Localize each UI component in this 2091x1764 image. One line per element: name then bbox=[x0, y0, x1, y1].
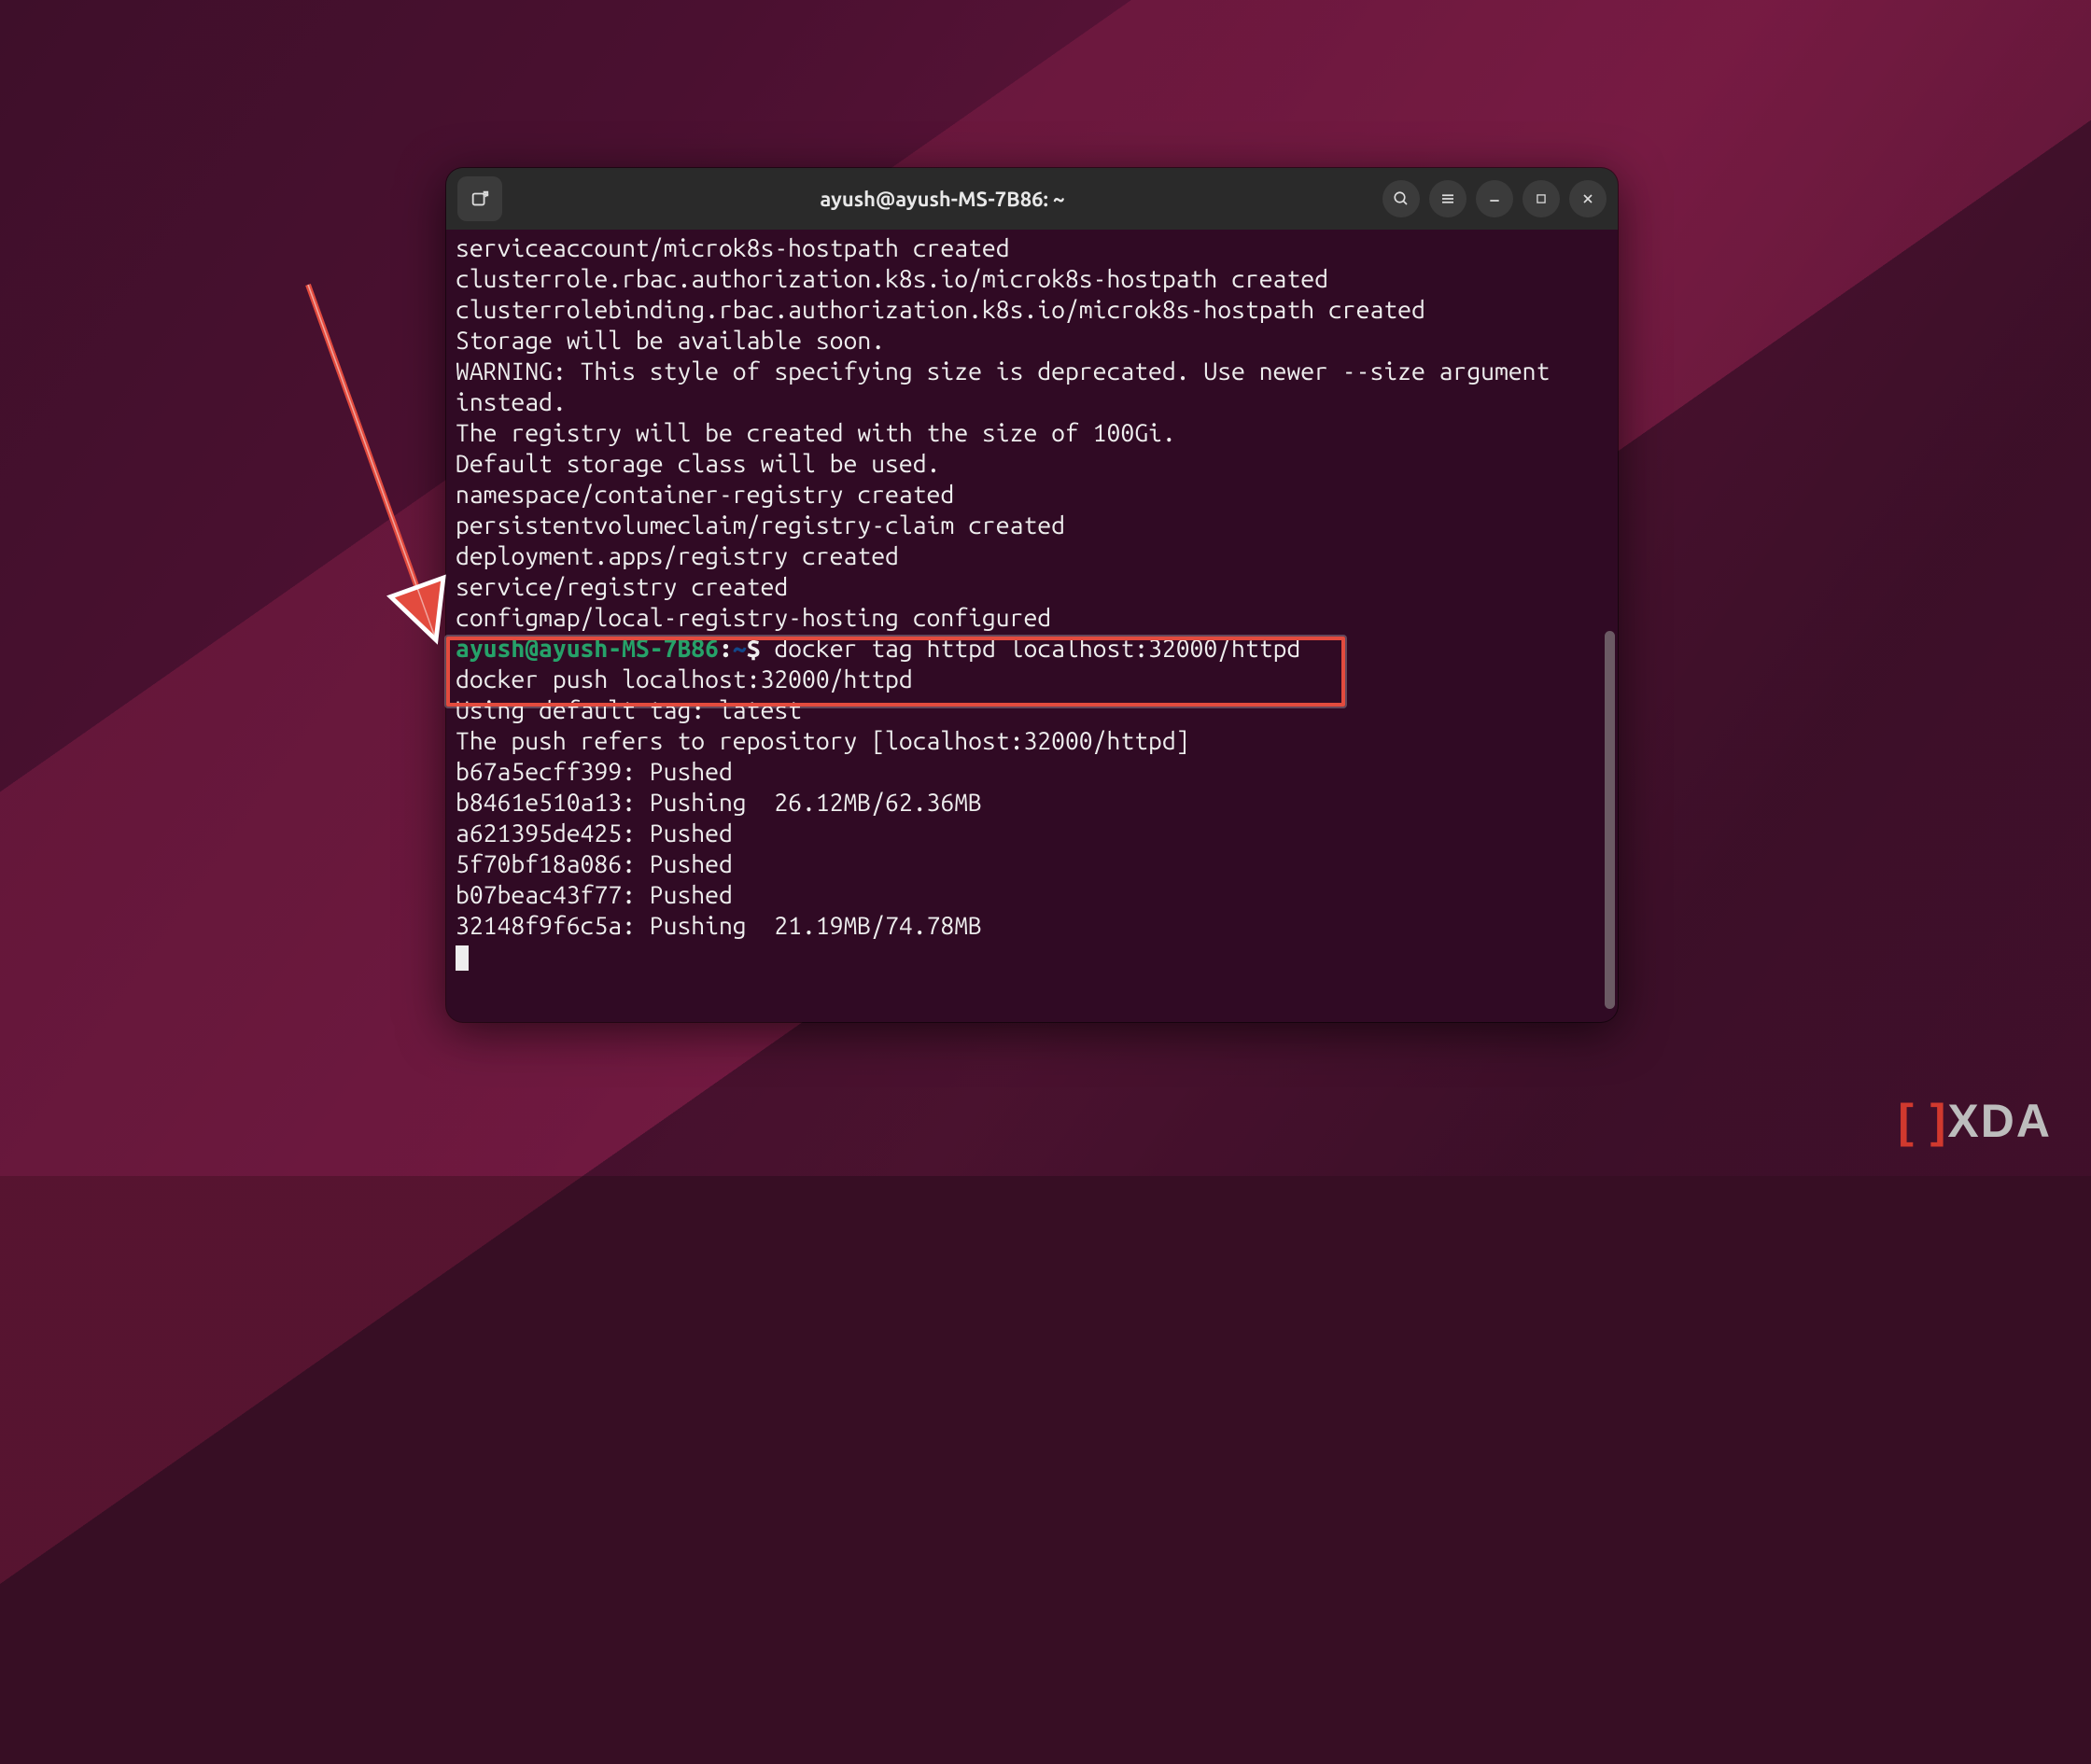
xda-bracket-icon: [ ] bbox=[1898, 1094, 1947, 1148]
output-line: namespace/container-registry created bbox=[456, 481, 954, 509]
output-line: instead. bbox=[456, 388, 567, 416]
close-button[interactable] bbox=[1569, 180, 1607, 217]
output-line: 5f70bf18a086: Pushed bbox=[456, 850, 733, 878]
output-line: serviceaccount/microk8s-hostpath created bbox=[456, 234, 1010, 262]
menu-button[interactable] bbox=[1429, 180, 1467, 217]
terminal-cursor bbox=[456, 945, 469, 971]
output-line: Storage will be available soon. bbox=[456, 327, 885, 355]
scrollbar-thumb[interactable] bbox=[1605, 631, 1615, 1009]
command-line-2: docker push localhost:32000/httpd bbox=[456, 665, 913, 693]
xda-logo-text: XDA bbox=[1947, 1094, 2052, 1148]
output-line: b07beac43f77: Pushed bbox=[456, 881, 733, 909]
search-button[interactable] bbox=[1382, 180, 1420, 217]
prompt-user: ayush@ayush-MS-7B86 bbox=[456, 635, 719, 663]
window-titlebar: ayush@ayush-MS-7B86: ~ bbox=[446, 168, 1618, 230]
window-title: ayush@ayush-MS-7B86: ~ bbox=[512, 188, 1373, 211]
prompt-sep: : bbox=[719, 635, 733, 663]
output-line: configmap/local-registry-hosting configu… bbox=[456, 604, 1051, 632]
output-line: a621395de425: Pushed bbox=[456, 819, 733, 847]
prompt-symbol: $ bbox=[747, 635, 761, 663]
output-line: b8461e510a13: Pushing 26.12MB/62.36MB bbox=[456, 789, 982, 817]
output-line: Default storage class will be used. bbox=[456, 450, 940, 478]
command-line-1: docker tag httpd localhost:32000/httpd bbox=[761, 635, 1301, 663]
output-line: service/registry created bbox=[456, 573, 788, 601]
minimize-button[interactable] bbox=[1476, 180, 1513, 217]
terminal-output[interactable]: serviceaccount/microk8s-hostpath created… bbox=[446, 230, 1618, 1022]
new-tab-button[interactable] bbox=[457, 176, 502, 221]
output-line: b67a5ecff399: Pushed bbox=[456, 758, 733, 786]
output-line: deployment.apps/registry created bbox=[456, 542, 899, 570]
output-line: The registry will be created with the si… bbox=[456, 419, 1176, 447]
terminal-window: ayush@ayush-MS-7B86: ~ serviceaccount/mi… bbox=[446, 168, 1618, 1022]
prompt-path: ~ bbox=[733, 635, 747, 663]
output-line: persistentvolumeclaim/registry-claim cre… bbox=[456, 511, 1065, 539]
output-line: 32148f9f6c5a: Pushing 21.19MB/74.78MB bbox=[456, 912, 982, 940]
maximize-button[interactable] bbox=[1523, 180, 1560, 217]
output-line: clusterrolebinding.rbac.authorization.k8… bbox=[456, 296, 1425, 324]
output-line: The push refers to repository [localhost… bbox=[456, 727, 1190, 755]
output-line: clusterrole.rbac.authorization.k8s.io/mi… bbox=[456, 265, 1328, 293]
output-line: WARNING: This style of specifying size i… bbox=[456, 357, 1564, 385]
output-line: Using default tag: latest bbox=[456, 696, 802, 724]
xda-logo: [ ]XDA bbox=[1898, 1094, 2052, 1148]
